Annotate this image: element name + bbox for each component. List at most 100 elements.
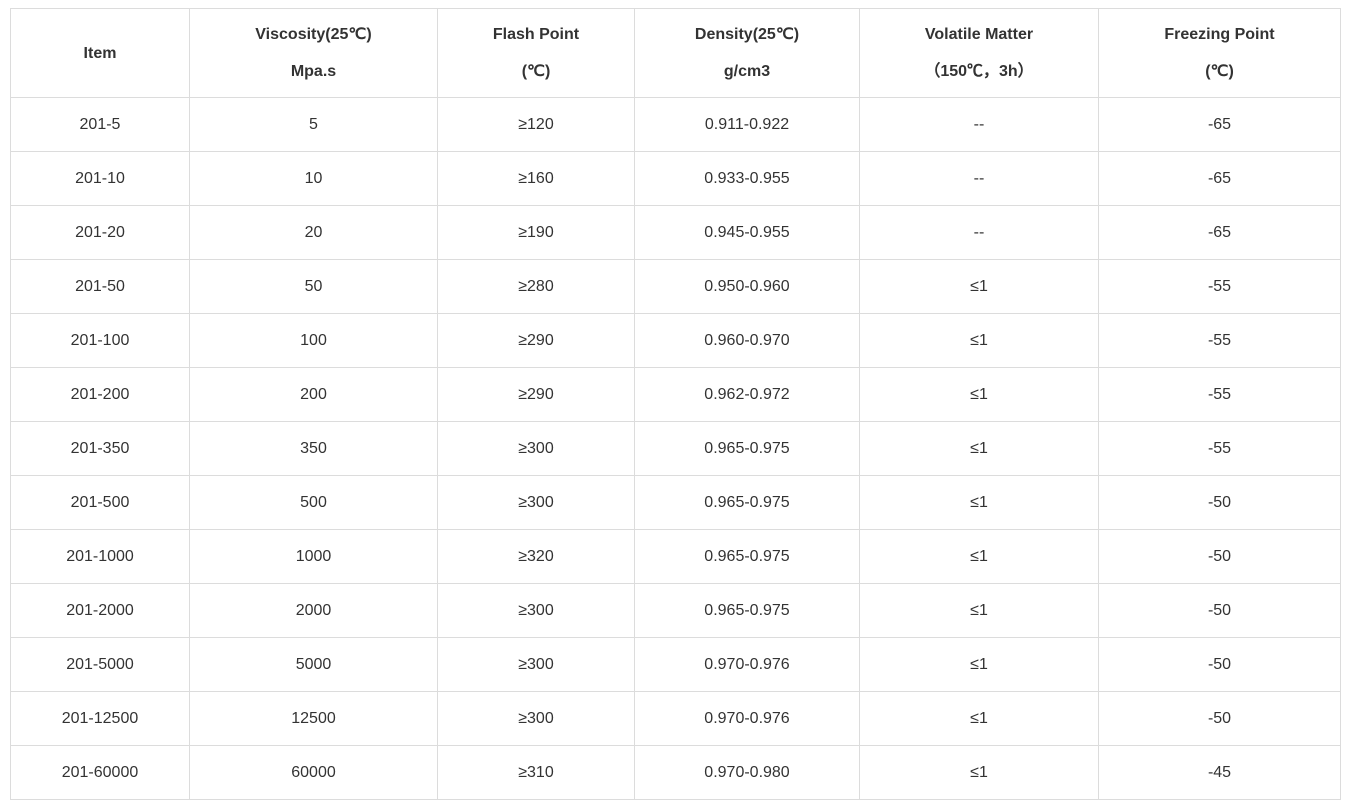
cell-density: 0.911-0.922 bbox=[634, 97, 860, 152]
cell-viscosity: 200 bbox=[189, 367, 438, 422]
cell-density: 0.945-0.955 bbox=[634, 205, 860, 260]
cell-freezing-point: -55 bbox=[1098, 367, 1341, 422]
cell-volatile-matter: ≤1 bbox=[859, 421, 1099, 476]
cell-freezing-point: -55 bbox=[1098, 313, 1341, 368]
cell-viscosity: 100 bbox=[189, 313, 438, 368]
cell-volatile-matter: -- bbox=[859, 97, 1099, 152]
cell-volatile-matter: ≤1 bbox=[859, 475, 1099, 530]
cell-flash-point: ≥190 bbox=[437, 205, 635, 260]
cell-item: 201-5 bbox=[10, 97, 190, 152]
header-volatile-matter-unit: （150℃，3h） bbox=[924, 63, 1034, 80]
cell-density: 0.965-0.975 bbox=[634, 583, 860, 638]
cell-flash-point: ≥300 bbox=[437, 637, 635, 692]
cell-viscosity: 10 bbox=[189, 151, 438, 206]
header-flash-point: Flash Point (℃) bbox=[437, 8, 635, 98]
table-row: 201-5000 5000 ≥300 0.970-0.976 ≤1 -50 bbox=[10, 637, 1341, 692]
header-density-unit: g/cm3 bbox=[723, 63, 771, 80]
cell-item: 201-2000 bbox=[10, 583, 190, 638]
cell-volatile-matter: ≤1 bbox=[859, 313, 1099, 368]
cell-freezing-point: -50 bbox=[1098, 583, 1341, 638]
cell-item: 201-20 bbox=[10, 205, 190, 260]
cell-density: 0.970-0.976 bbox=[634, 637, 860, 692]
header-flash-point-unit: (℃) bbox=[521, 63, 551, 80]
spec-table: Item Viscosity(25℃) Mpa.s Flash Point (℃) Den… bbox=[10, 8, 1341, 800]
cell-density: 0.970-0.976 bbox=[634, 691, 860, 746]
table-row: 201-20 20 ≥190 0.945-0.955 -- -65 bbox=[10, 205, 1341, 260]
header-viscosity-label: Viscosity(25℃) bbox=[255, 26, 372, 43]
table-row: 201-12500 12500 ≥300 0.970-0.976 ≤1 -50 bbox=[10, 691, 1341, 746]
table-row: 201-100 100 ≥290 0.960-0.970 ≤1 -55 bbox=[10, 313, 1341, 368]
cell-density: 0.970-0.980 bbox=[634, 745, 860, 800]
cell-viscosity: 20 bbox=[189, 205, 438, 260]
header-freezing-point: Freezing Point (℃) bbox=[1098, 8, 1341, 98]
table-body: 201-5 5 ≥120 0.911-0.922 -- -65 201-10 10 ≥160 0.… bbox=[10, 97, 1341, 800]
cell-volatile-matter: ≤1 bbox=[859, 367, 1099, 422]
header-viscosity-unit: Mpa.s bbox=[290, 63, 337, 80]
table-header-row: Item Viscosity(25℃) Mpa.s Flash Point (℃) Den… bbox=[10, 8, 1341, 98]
table-row: 201-350 350 ≥300 0.965-0.975 ≤1 -55 bbox=[10, 421, 1341, 476]
table-row: 201-10 10 ≥160 0.933-0.955 -- -65 bbox=[10, 151, 1341, 206]
cell-density: 0.962-0.972 bbox=[634, 367, 860, 422]
cell-freezing-point: -50 bbox=[1098, 529, 1341, 584]
cell-viscosity: 5 bbox=[189, 97, 438, 152]
header-volatile-matter: Volatile Matter （150℃，3h） bbox=[859, 8, 1099, 98]
cell-viscosity: 2000 bbox=[189, 583, 438, 638]
table-row: 201-50 50 ≥280 0.950-0.960 ≤1 -55 bbox=[10, 259, 1341, 314]
header-viscosity: Viscosity(25℃) Mpa.s bbox=[189, 8, 438, 98]
cell-density: 0.965-0.975 bbox=[634, 529, 860, 584]
header-flash-point-label: Flash Point bbox=[492, 26, 580, 43]
cell-freezing-point: -65 bbox=[1098, 97, 1341, 152]
cell-flash-point: ≥320 bbox=[437, 529, 635, 584]
cell-freezing-point: -50 bbox=[1098, 475, 1341, 530]
table-row: 201-5 5 ≥120 0.911-0.922 -- -65 bbox=[10, 97, 1341, 152]
cell-item: 201-60000 bbox=[10, 745, 190, 800]
header-volatile-matter-label: Volatile Matter bbox=[924, 26, 1034, 43]
cell-density: 0.933-0.955 bbox=[634, 151, 860, 206]
cell-density: 0.960-0.970 bbox=[634, 313, 860, 368]
cell-item: 201-5000 bbox=[10, 637, 190, 692]
cell-viscosity: 350 bbox=[189, 421, 438, 476]
cell-freezing-point: -45 bbox=[1098, 745, 1341, 800]
cell-flash-point: ≥300 bbox=[437, 421, 635, 476]
cell-volatile-matter: ≤1 bbox=[859, 259, 1099, 314]
cell-item: 201-10 bbox=[10, 151, 190, 206]
header-freezing-point-unit: (℃) bbox=[1205, 63, 1234, 80]
cell-density: 0.950-0.960 bbox=[634, 259, 860, 314]
table-row: 201-1000 1000 ≥320 0.965-0.975 ≤1 -50 bbox=[10, 529, 1341, 584]
cell-volatile-matter: ≤1 bbox=[859, 637, 1099, 692]
cell-item: 201-100 bbox=[10, 313, 190, 368]
cell-freezing-point: -50 bbox=[1098, 637, 1341, 692]
cell-flash-point: ≥280 bbox=[437, 259, 635, 314]
cell-density: 0.965-0.975 bbox=[634, 475, 860, 530]
cell-viscosity: 500 bbox=[189, 475, 438, 530]
cell-flash-point: ≥300 bbox=[437, 691, 635, 746]
cell-viscosity: 1000 bbox=[189, 529, 438, 584]
cell-volatile-matter: ≤1 bbox=[859, 691, 1099, 746]
cell-density: 0.965-0.975 bbox=[634, 421, 860, 476]
cell-volatile-matter: -- bbox=[859, 151, 1099, 206]
cell-item: 201-12500 bbox=[10, 691, 190, 746]
cell-volatile-matter: ≤1 bbox=[859, 583, 1099, 638]
header-density-label: Density(25℃) bbox=[694, 26, 800, 43]
cell-flash-point: ≥310 bbox=[437, 745, 635, 800]
header-item-label: Item bbox=[83, 44, 117, 62]
cell-viscosity: 12500 bbox=[189, 691, 438, 746]
cell-viscosity: 5000 bbox=[189, 637, 438, 692]
cell-item: 201-500 bbox=[10, 475, 190, 530]
table-row: 201-60000 60000 ≥310 0.970-0.980 ≤1 -45 bbox=[10, 745, 1341, 800]
cell-viscosity: 60000 bbox=[189, 745, 438, 800]
cell-volatile-matter: ≤1 bbox=[859, 745, 1099, 800]
header-item: Item bbox=[10, 8, 190, 98]
cell-freezing-point: -50 bbox=[1098, 691, 1341, 746]
cell-flash-point: ≥160 bbox=[437, 151, 635, 206]
table-row: 201-200 200 ≥290 0.962-0.972 ≤1 -55 bbox=[10, 367, 1341, 422]
cell-flash-point: ≥300 bbox=[437, 583, 635, 638]
cell-item: 201-50 bbox=[10, 259, 190, 314]
cell-flash-point: ≥290 bbox=[437, 313, 635, 368]
cell-volatile-matter: -- bbox=[859, 205, 1099, 260]
cell-viscosity: 50 bbox=[189, 259, 438, 314]
cell-flash-point: ≥300 bbox=[437, 475, 635, 530]
cell-freezing-point: -65 bbox=[1098, 205, 1341, 260]
cell-flash-point: ≥290 bbox=[437, 367, 635, 422]
cell-volatile-matter: ≤1 bbox=[859, 529, 1099, 584]
